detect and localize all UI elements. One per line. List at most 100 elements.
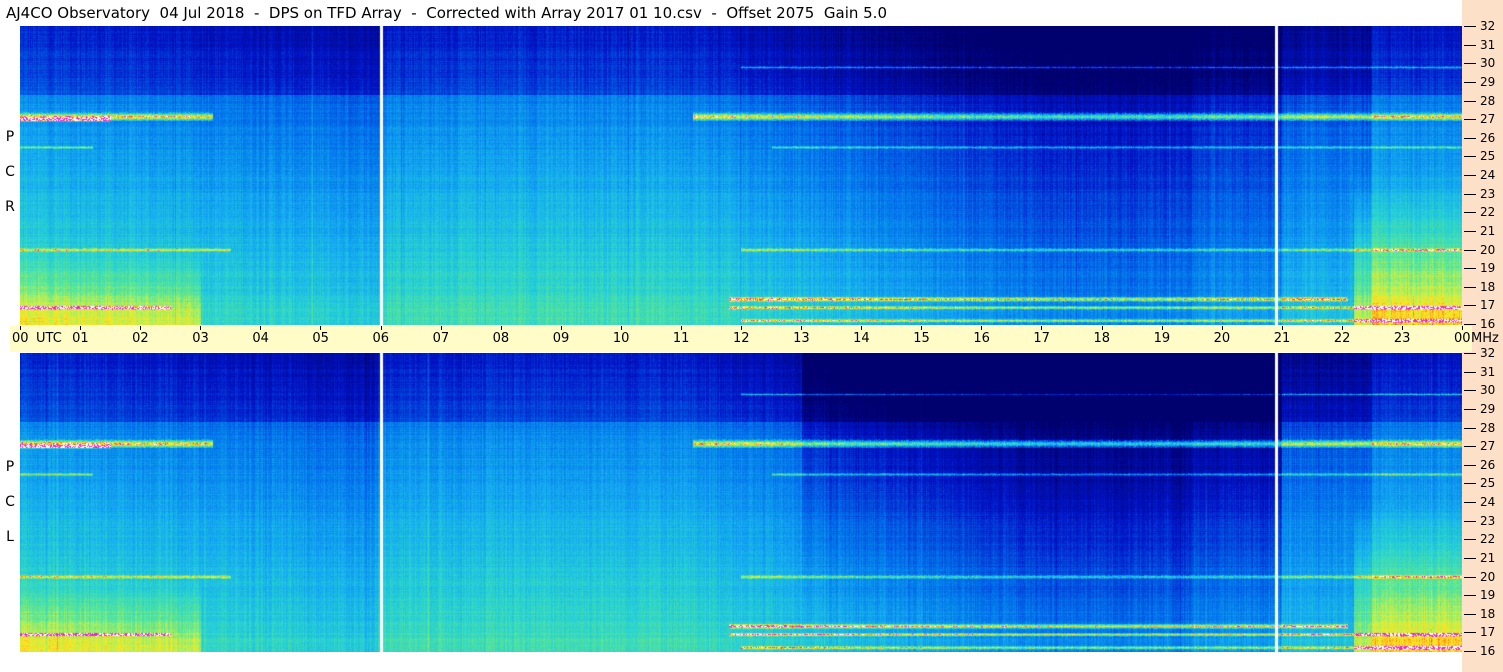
freq-tick-mark bbox=[1464, 353, 1476, 354]
freq-tick-mark bbox=[1464, 390, 1476, 391]
time-tick-mark bbox=[20, 326, 21, 330]
freq-tick-mark bbox=[1464, 45, 1476, 46]
time-tick-mark bbox=[260, 326, 262, 330]
freq-tick-label: 20 bbox=[1480, 570, 1496, 584]
rcp-letter: C bbox=[5, 164, 15, 180]
freq-tick-mark bbox=[1464, 231, 1476, 232]
time-tick-label: UTC bbox=[36, 331, 62, 346]
freq-tick-label: 30 bbox=[1480, 56, 1496, 70]
time-tick-mark bbox=[620, 326, 622, 330]
freq-tick-mark bbox=[1464, 324, 1476, 325]
freq-tick-mark bbox=[1464, 632, 1476, 633]
freq-tick-mark bbox=[1464, 26, 1476, 27]
rcp-letter: P bbox=[5, 129, 15, 145]
spectrogram-rcp-canvas bbox=[20, 26, 1462, 325]
freq-tick-label: 16 bbox=[1480, 317, 1496, 331]
time-tick-mark bbox=[200, 326, 202, 330]
freq-tick-label: 27 bbox=[1480, 439, 1496, 453]
chart-title: AJ4CO Observatory 04 Jul 2018 - DPS on T… bbox=[6, 4, 887, 22]
freq-tick-mark bbox=[1464, 212, 1476, 213]
freq-tick-label: 16 bbox=[1480, 644, 1496, 658]
freq-tick-label: 30 bbox=[1480, 383, 1496, 397]
time-tick-mark bbox=[801, 326, 803, 330]
time-tick-mark bbox=[320, 326, 322, 330]
freq-tick-label: 29 bbox=[1480, 402, 1496, 416]
rcp-letter: R bbox=[5, 199, 15, 215]
freq-tick-mark bbox=[1464, 558, 1476, 559]
time-tick-mark bbox=[741, 326, 742, 330]
freq-tick-label: 31 bbox=[1480, 365, 1496, 379]
freq-tick-mark bbox=[1464, 651, 1476, 652]
freq-tick-mark bbox=[1464, 175, 1476, 176]
freq-tick-mark bbox=[1464, 119, 1476, 120]
freq-tick-mark bbox=[1464, 521, 1476, 522]
time-tick-mark bbox=[80, 326, 82, 330]
freq-tick-mark bbox=[1464, 539, 1476, 540]
freq-tick-mark bbox=[1464, 465, 1476, 466]
freq-tick-label: 29 bbox=[1480, 75, 1496, 89]
freq-tick-label: 31 bbox=[1480, 38, 1496, 52]
time-tick-mark bbox=[1221, 326, 1223, 330]
freq-tick-mark bbox=[1464, 595, 1476, 596]
spectrogram-lcp bbox=[20, 353, 1462, 652]
freq-tick-label: 32 bbox=[1480, 346, 1496, 360]
freq-tick-label: 25 bbox=[1480, 476, 1496, 490]
freq-tick-mark bbox=[1464, 82, 1476, 83]
freq-tick-mark bbox=[1464, 577, 1476, 578]
time-tick-mark bbox=[921, 326, 923, 330]
freq-tick-label: 18 bbox=[1480, 280, 1496, 294]
time-tick-mark bbox=[680, 326, 682, 330]
freq-tick-label: 26 bbox=[1480, 131, 1496, 145]
freq-tick-mark bbox=[1464, 268, 1476, 269]
lcp-letter: L bbox=[6, 529, 14, 545]
time-tick-mark bbox=[1401, 326, 1403, 330]
freq-tick-mark bbox=[1464, 287, 1476, 288]
time-tick-mark bbox=[560, 326, 562, 330]
freq-tick-label: 20 bbox=[1480, 243, 1496, 257]
time-tick-mark bbox=[1462, 326, 1463, 330]
freq-tick-mark bbox=[1464, 101, 1476, 102]
freq-tick-mark bbox=[1464, 502, 1476, 503]
time-tick-mark bbox=[1341, 326, 1343, 330]
freq-tick-label: 23 bbox=[1480, 187, 1496, 201]
freq-tick-label: 23 bbox=[1480, 514, 1496, 528]
freq-tick-mark bbox=[1464, 614, 1476, 615]
freq-tick-label: 32 bbox=[1480, 19, 1496, 33]
time-tick-mark bbox=[981, 326, 983, 330]
freq-tick-label: 27 bbox=[1480, 112, 1496, 126]
rcp-label: P C R bbox=[4, 120, 16, 225]
time-tick-mark bbox=[1281, 326, 1283, 330]
freq-tick-label: 22 bbox=[1480, 532, 1496, 546]
freq-tick-label: 21 bbox=[1480, 224, 1496, 238]
lcp-letter: P bbox=[5, 459, 15, 475]
lcp-letter: C bbox=[5, 494, 15, 510]
time-tick-mark bbox=[1161, 326, 1163, 330]
spectrogram-lcp-canvas bbox=[20, 353, 1462, 652]
freq-tick-mark bbox=[1464, 446, 1476, 447]
freq-tick-label: 18 bbox=[1480, 607, 1496, 621]
freq-tick-mark bbox=[1464, 372, 1476, 373]
freq-tick-label: 17 bbox=[1480, 298, 1496, 312]
freq-tick-mark bbox=[1464, 428, 1476, 429]
freq-tick-label: 26 bbox=[1480, 458, 1496, 472]
freq-tick-label: 24 bbox=[1480, 168, 1496, 182]
freq-tick-mark bbox=[1464, 409, 1476, 410]
freq-tick-label: 22 bbox=[1480, 205, 1496, 219]
time-tick-mark bbox=[861, 326, 863, 330]
freq-tick-mark bbox=[1464, 305, 1476, 306]
time-axis: 00 UTC 01 02 03 04 05 06 07 08 09 10 11 12 13 14 15 16 17 1… bbox=[10, 326, 1499, 352]
time-tick-mark bbox=[380, 326, 382, 330]
freq-tick-label: 21 bbox=[1480, 551, 1496, 565]
time-tick-mark bbox=[500, 326, 502, 330]
time-tick-mark bbox=[1041, 326, 1043, 330]
freq-tick-label: 19 bbox=[1480, 261, 1496, 275]
freq-tick-label: 19 bbox=[1480, 588, 1496, 602]
freq-tick-label: 17 bbox=[1480, 625, 1496, 639]
freq-tick-label: 25 bbox=[1480, 149, 1496, 163]
freq-tick-mark bbox=[1464, 250, 1476, 251]
freq-tick-mark bbox=[1464, 138, 1476, 139]
time-tick-mark bbox=[440, 326, 442, 330]
lcp-label: P C L bbox=[4, 450, 16, 555]
freq-tick-mark bbox=[1464, 194, 1476, 195]
freq-tick-label: 28 bbox=[1480, 421, 1496, 435]
